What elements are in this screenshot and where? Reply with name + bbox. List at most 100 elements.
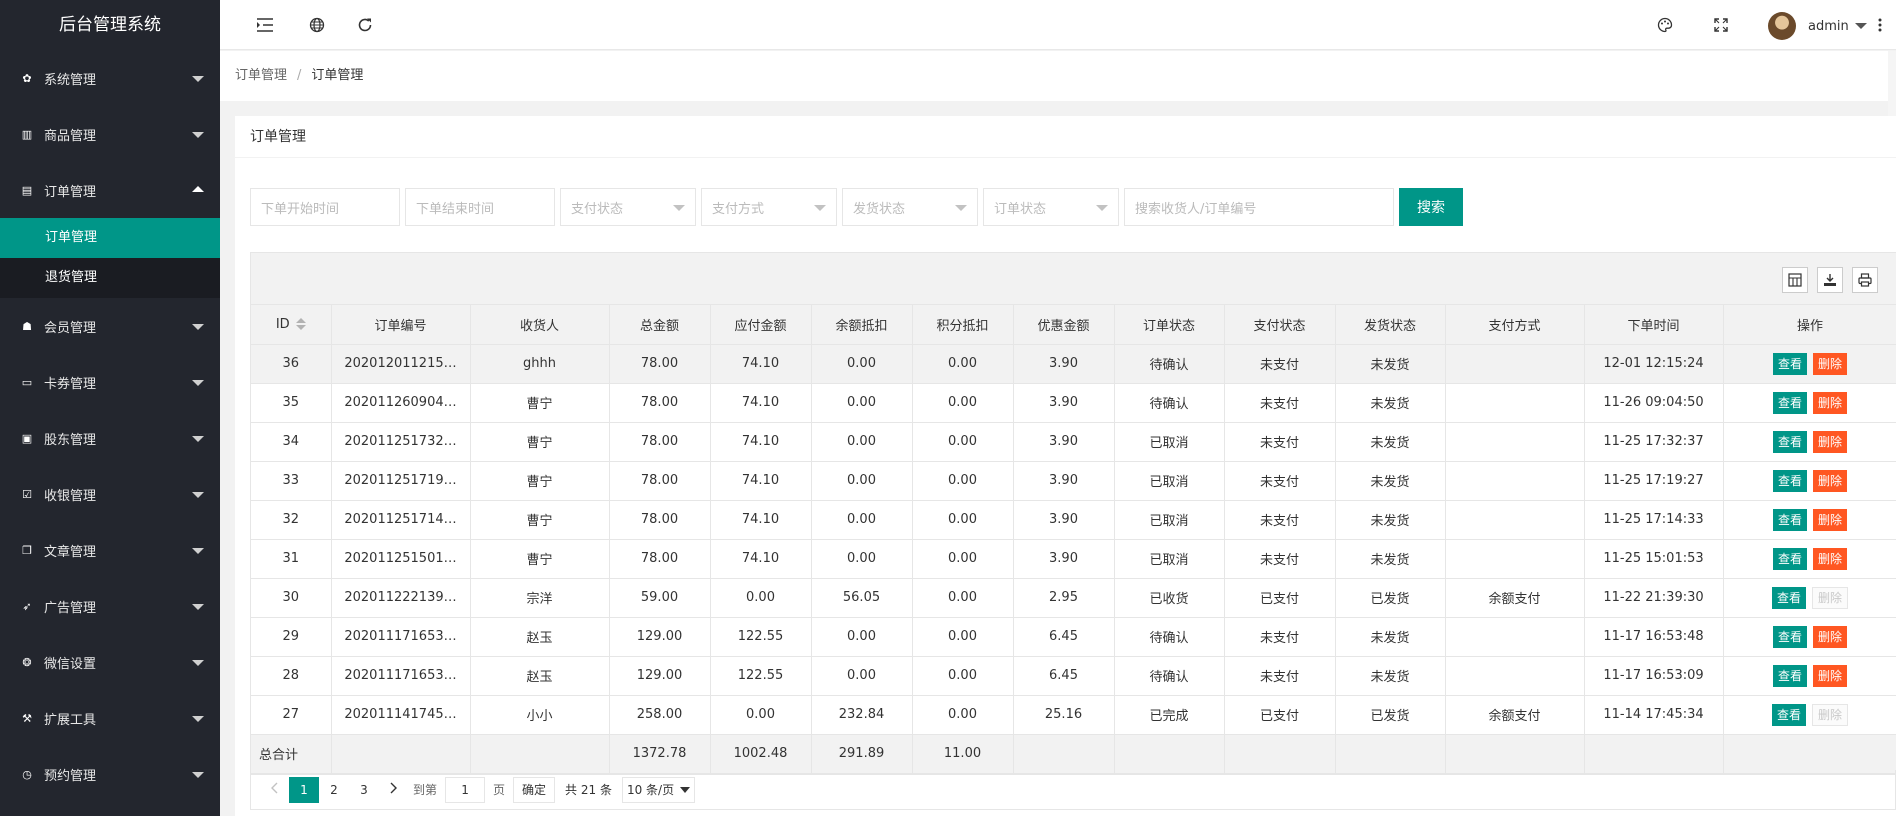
table-row[interactable]: 28 202011171653… 赵玉 129.00 122.55 0.00 0.00 6.4… — [251, 656, 1896, 696]
order-status-select[interactable]: 订单状态 — [983, 188, 1119, 226]
action-cell: 查看 删除 — [1723, 617, 1896, 657]
table-cell: 11-17 16:53:09 — [1584, 656, 1724, 696]
page-number[interactable]: 2 — [319, 777, 349, 803]
action-cell: 查看 删除 — [1723, 500, 1896, 540]
collapse-menu-icon[interactable] — [255, 15, 275, 35]
table-cell: 0.00 — [811, 617, 913, 657]
table-cell: 已发货 — [1335, 578, 1446, 618]
print-icon[interactable] — [1852, 267, 1878, 293]
delete-button[interactable]: 删除 — [1813, 352, 1848, 375]
more-vertical-icon[interactable] — [1875, 15, 1885, 35]
view-button[interactable]: 查看 — [1772, 547, 1807, 570]
view-button[interactable]: 查看 — [1772, 625, 1807, 648]
view-button[interactable]: 查看 — [1772, 391, 1807, 414]
table-cell: 未发货 — [1335, 422, 1446, 462]
sidebar-item-12[interactable]: ◷ 预约管理 — [0, 746, 220, 802]
delete-button[interactable]: 删除 — [1813, 547, 1848, 570]
submenu-item-1[interactable]: 订单管理 — [0, 218, 220, 258]
end-time-input[interactable]: 下单结束时间 — [405, 188, 555, 226]
start-time-input[interactable]: 下单开始时间 — [250, 188, 400, 226]
table-row[interactable]: 29 202011171653… 赵玉 129.00 122.55 0.00 0.00 6.4… — [251, 617, 1896, 657]
sidebar-item-5[interactable]: ▭ 卡券管理 — [0, 354, 220, 410]
sidebar-item-4[interactable]: ☗ 会员管理 — [0, 298, 220, 354]
pay-method-placeholder: 支付方式 — [712, 201, 765, 217]
export-icon[interactable] — [1817, 267, 1843, 293]
table-row[interactable]: 33 202011251719… 曹宁 78.00 74.10 0.00 0.00 3.90 已… — [251, 461, 1896, 501]
table-row[interactable]: 32 202011251714… 曹宁 78.00 74.10 0.00 0.00 3.90 已… — [251, 500, 1896, 540]
sidebar-item-11[interactable]: ⚒ 扩展工具 — [0, 690, 220, 746]
prev-page-icon[interactable] — [259, 777, 289, 803]
column-header[interactable]: ID — [251, 305, 332, 345]
view-button[interactable]: 查看 — [1771, 703, 1806, 726]
view-button[interactable]: 查看 — [1772, 664, 1807, 687]
delete-button: 删除 — [1812, 703, 1849, 726]
table-cell: 74.10 — [710, 383, 812, 423]
sidebar-item-3[interactable]: ▤ 订单管理 — [0, 162, 220, 218]
username: admin — [1808, 18, 1849, 34]
delete-button[interactable]: 删除 — [1813, 664, 1848, 687]
goto-page-input[interactable] — [445, 776, 486, 803]
refresh-icon[interactable] — [355, 15, 375, 35]
view-button[interactable]: 查看 — [1772, 508, 1807, 531]
delete-button[interactable]: 删除 — [1813, 508, 1848, 531]
globe-icon[interactable] — [307, 15, 327, 35]
page-size-select[interactable]: 10 条/页 — [621, 776, 696, 803]
table-cell: 0.00 — [912, 500, 1014, 540]
user-menu[interactable]: admin — [1768, 12, 1867, 40]
table-cell: 余额支付 — [1445, 578, 1585, 618]
delete-button[interactable]: 删除 — [1813, 625, 1848, 648]
avatar — [1768, 12, 1796, 40]
goto-confirm-button[interactable]: 确定 — [513, 776, 556, 803]
delete-button[interactable]: 删除 — [1813, 391, 1848, 414]
view-button[interactable]: 查看 — [1772, 352, 1807, 375]
search-button[interactable]: 搜索 — [1399, 188, 1463, 226]
sidebar-item-2[interactable]: ▥ 商品管理 — [0, 106, 220, 162]
table-cell: 74.10 — [710, 344, 812, 384]
sidebar-item-7[interactable]: ☑ 收银管理 — [0, 466, 220, 522]
table-header-row: ID 订单编号 收货人 总金额 应付金额 余额抵扣 积分抵扣 优惠金额 订单状态 支付状态 发货状态… — [251, 305, 1896, 345]
delete-button[interactable]: 删除 — [1813, 430, 1848, 453]
submenu-item-2[interactable]: 退货管理 — [0, 258, 220, 298]
next-page-icon[interactable] — [379, 777, 409, 803]
sidebar-item-8[interactable]: ❐ 文章管理 — [0, 522, 220, 578]
sort-icon[interactable] — [295, 318, 306, 331]
table-row[interactable]: 36 202012011215… ghhh 78.00 74.10 0.00 0.00 3.9… — [251, 344, 1896, 384]
table-row[interactable]: 35 202011260904… 曹宁 78.00 74.10 0.00 0.00 3.90 待… — [251, 383, 1896, 423]
column-header: 发货状态 — [1335, 305, 1446, 345]
view-button[interactable]: 查看 — [1771, 586, 1806, 609]
column-header-label: 支付状态 — [1253, 318, 1306, 334]
columns-filter-icon[interactable] — [1782, 267, 1808, 293]
table-cell — [1445, 617, 1585, 657]
delete-button[interactable]: 删除 — [1813, 469, 1848, 492]
table-cell — [1445, 500, 1585, 540]
table-cell: 已发货 — [1335, 695, 1446, 735]
view-button[interactable]: 查看 — [1772, 469, 1807, 492]
sidebar-item-10[interactable]: ❂ 微信设置 — [0, 634, 220, 690]
table-row[interactable]: 34 202011251732… 曹宁 78.00 74.10 0.00 0.00 3.90 已… — [251, 422, 1896, 462]
table-cell: 78.00 — [609, 344, 711, 384]
table-cell: 3.90 — [1013, 344, 1115, 384]
theme-palette-icon[interactable] — [1655, 15, 1675, 35]
table-cell — [1445, 539, 1585, 579]
table-row[interactable]: 31 202011251501… 曹宁 78.00 74.10 0.00 0.00 3.90 已… — [251, 539, 1896, 579]
breadcrumb-parent[interactable]: 订单管理 — [235, 68, 287, 83]
pay-method-select[interactable]: 支付方式 — [701, 188, 837, 226]
chevron-down-icon — [680, 786, 691, 793]
table-row[interactable]: 27 202011141745… 小小 258.00 0.00 232.84 0.00 25.… — [251, 695, 1896, 735]
view-button[interactable]: 查看 — [1772, 430, 1807, 453]
table-body: 36 202012011215… ghhh 78.00 74.10 0.00 0.00 3.9… — [251, 344, 1896, 774]
table-cell: 202011171653… — [331, 656, 471, 696]
page-number[interactable]: 1 — [289, 776, 319, 803]
sidebar: 后台管理系统 ✿ 系统管理 ▥ 商品管理 ▤ 订单管理 订单管理 退货管理 ☗ 会员管理 ▭ 卡券管理… — [0, 0, 220, 816]
sidebar-item-6[interactable]: ▣ 股东管理 — [0, 410, 220, 466]
keyword-search-input[interactable]: 搜索收货人/订单编号 — [1124, 188, 1394, 226]
total-row: 总合计 1372.78 1002.48 291.89 11.00 — [251, 734, 1896, 774]
chevron-down-icon — [192, 716, 204, 722]
sidebar-item-9[interactable]: ➶ 广告管理 — [0, 578, 220, 634]
fullscreen-icon[interactable] — [1711, 15, 1731, 35]
page-number[interactable]: 3 — [349, 777, 379, 803]
sidebar-item-1[interactable]: ✿ 系统管理 — [0, 50, 220, 106]
table-row[interactable]: 30 202011222139… 宗洋 59.00 0.00 56.05 0.00 2.95 已… — [251, 578, 1896, 618]
ship-status-select[interactable]: 发货状态 — [842, 188, 978, 226]
pay-status-select[interactable]: 支付状态 — [560, 188, 696, 226]
